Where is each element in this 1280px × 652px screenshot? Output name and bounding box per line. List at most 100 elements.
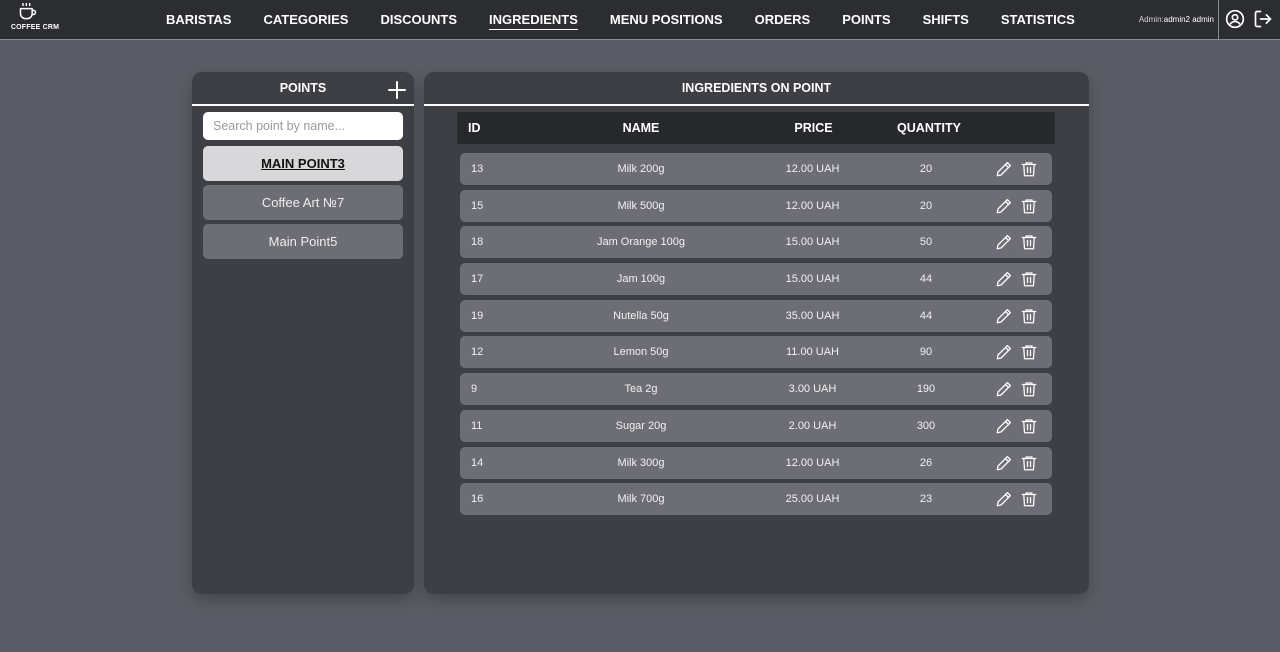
app-logo[interactable]: COFFEE CRM [8, 2, 62, 38]
cell-price: 35.00 UAH [785, 309, 840, 322]
delete-button[interactable] [1020, 269, 1038, 287]
cell-id: 19 [471, 309, 484, 322]
edit-button[interactable] [995, 232, 1013, 250]
cell-id: 13 [471, 163, 484, 175]
edit-button[interactable] [995, 416, 1013, 434]
delete-button[interactable] [1020, 159, 1038, 177]
point-item[interactable]: MAIN POINT3 [203, 146, 403, 181]
table-header: ID NAME PRICE QUANTITY [457, 112, 1055, 144]
user-divider [1218, 0, 1219, 40]
delete-button[interactable] [1020, 453, 1038, 471]
cell-id: 18 [471, 236, 484, 249]
nav-item-shifts[interactable]: SHIFTS [907, 0, 985, 40]
cell-id: 15 [471, 199, 484, 212]
cell-quantity: 44 [919, 273, 933, 286]
table-row: 14 Milk 300g 12.00 UAH 26 [460, 446, 1052, 479]
nav-item-statistics[interactable]: STATISTICS [985, 0, 1091, 40]
column-header-quantity[interactable]: QUANTITY [894, 112, 964, 144]
nav-item-points[interactable]: POINTS [826, 0, 906, 40]
cell-quantity: 23 [919, 493, 933, 506]
points-panel-header: POINTS [192, 72, 414, 106]
table-row: 9 Tea 2g 3.00 UAH 190 [460, 373, 1052, 406]
pencil-icon [995, 198, 1013, 218]
cell-name: Milk 200g [617, 163, 665, 175]
delete-button[interactable] [1020, 196, 1038, 214]
nav-item-label: POINTS [842, 12, 891, 27]
delete-button[interactable] [1020, 342, 1038, 360]
table-row: 19 Nutella 50g 35.00 UAH 44 [460, 299, 1052, 332]
cell-name: Lemon 50g [613, 346, 669, 359]
nav-item-label: INGREDIENTS [489, 12, 578, 30]
trash-icon [1020, 199, 1038, 218]
cell-name: Milk 700g [617, 493, 665, 506]
point-list: MAIN POINT3 Coffee Art №7 Main Point5 [203, 146, 403, 263]
cell-id: 9 [471, 383, 478, 396]
delete-button[interactable] [1020, 306, 1038, 324]
add-point-button[interactable] [388, 79, 406, 99]
nav-item-categories[interactable]: CATEGORIES [247, 0, 364, 40]
cell-price: 12.00 UAH [785, 199, 840, 212]
pencil-icon [995, 308, 1013, 328]
cell-price: 3.00 UAH [788, 383, 837, 396]
cell-id: 14 [471, 456, 484, 469]
nav-item-discounts[interactable]: DISCOUNTS [364, 0, 473, 40]
nav-item-orders[interactable]: ORDERS [739, 0, 827, 40]
pencil-icon [995, 492, 1013, 511]
edit-button[interactable] [995, 196, 1013, 214]
nav-item-label: SHIFTS [922, 12, 969, 27]
cell-quantity: 190 [916, 383, 936, 396]
cell-name: Jam 100g [616, 273, 666, 286]
cell-price: 2.00 UAH [788, 419, 837, 432]
delete-button[interactable] [1020, 416, 1038, 434]
pencil-icon [995, 345, 1013, 364]
cell-name: Jam Orange 100g [596, 236, 686, 249]
edit-button[interactable] [995, 269, 1013, 287]
logout-button[interactable] [1252, 8, 1274, 30]
edit-button[interactable] [995, 453, 1013, 471]
ingredients-panel: INGREDIENTS ON POINT ID NAME PRICE QUANT… [424, 72, 1089, 594]
nav-item-baristas[interactable]: BARISTAS [150, 0, 247, 40]
table-row: 11 Sugar 20g 2.00 UAH 300 [460, 409, 1052, 442]
edit-button[interactable] [995, 379, 1013, 397]
delete-button[interactable] [1020, 379, 1038, 397]
top-nav-bar: COFFEE CRM BARISTAS CATEGORIES DISCOUNTS IN… [0, 0, 1280, 40]
delete-button[interactable] [1020, 232, 1038, 250]
edit-button[interactable] [995, 159, 1013, 177]
table-row: 15 Milk 500g 12.00 UAH 20 [460, 189, 1052, 222]
trash-icon [1020, 455, 1038, 475]
nav-item-label: MENU POSITIONS [609, 12, 723, 27]
pencil-icon [995, 418, 1013, 438]
cell-price: 12.00 UAH [785, 456, 840, 469]
cell-id: 11 [471, 419, 483, 432]
point-item[interactable]: Main Point5 [203, 224, 403, 259]
cell-quantity: 90 [919, 346, 933, 359]
user-name: admin2 admin [1163, 15, 1214, 24]
pencil-icon [995, 235, 1013, 254]
search-point-input[interactable] [203, 112, 403, 140]
cell-id: 17 [471, 273, 484, 286]
cell-name: Milk 300g [617, 456, 665, 469]
nav-item-menu-positions[interactable]: MENU POSITIONS [594, 0, 739, 40]
edit-button[interactable] [995, 306, 1013, 324]
cell-price: 15.00 UAH [785, 273, 840, 286]
nav-item-label: CATEGORIES [263, 12, 349, 27]
column-header-name[interactable]: NAME [560, 112, 722, 144]
trash-icon [1020, 419, 1038, 438]
cell-name: Sugar 20g [615, 419, 667, 432]
nav-item-label: DISCOUNTS [380, 12, 458, 27]
cell-quantity: 300 [916, 419, 936, 432]
nav-item-ingredients[interactable]: INGREDIENTS [473, 0, 594, 40]
trash-icon [1020, 235, 1038, 254]
profile-button[interactable] [1224, 8, 1246, 30]
column-header-price[interactable]: PRICE [771, 112, 856, 144]
point-item[interactable]: Coffee Art №7 [203, 185, 403, 220]
column-header-id[interactable]: ID [468, 112, 481, 144]
edit-button[interactable] [995, 489, 1013, 507]
delete-button[interactable] [1020, 489, 1038, 507]
edit-button[interactable] [995, 342, 1013, 360]
logout-icon [1254, 10, 1272, 28]
table-row: 12 Lemon 50g 11.00 UAH 90 [460, 336, 1052, 369]
cell-id: 16 [471, 493, 484, 506]
cell-quantity: 50 [919, 236, 933, 249]
nav-item-label: BARISTAS [166, 12, 232, 27]
